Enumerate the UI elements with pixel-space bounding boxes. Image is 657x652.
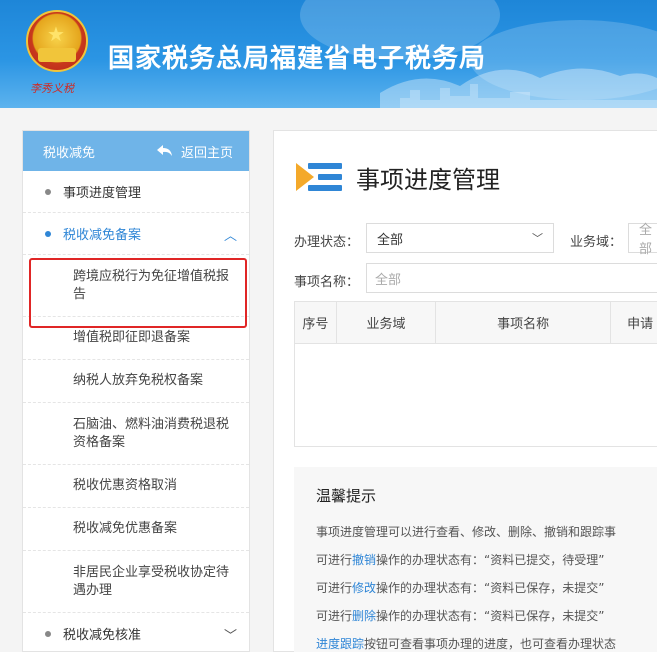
page-title: 事项进度管理 xyxy=(356,165,500,194)
tip-line: 事项进度管理可以进行查看、修改、删除、撤销和跟踪事 xyxy=(316,518,657,546)
column-header[interactable]: 申请 xyxy=(611,302,657,343)
sidebar-subitem-waive-exemption[interactable]: 纳税人放弃免税权备案 xyxy=(23,360,249,403)
sidebar-item-exemption-approval[interactable]: 税收减免核准 ﹀ xyxy=(23,613,249,652)
tax-emblem-logo: ★ xyxy=(26,10,88,72)
tip-text: 可进行 xyxy=(316,553,353,567)
modify-link[interactable]: 修改 xyxy=(352,581,376,595)
sidebar-subitem-label: 税收优惠资格取消 xyxy=(73,478,178,493)
tip-text: 可进行 xyxy=(316,581,353,595)
status-select[interactable]: 全部 ﹀ xyxy=(366,223,554,253)
sidebar-subitem-treaty-benefit[interactable]: 非居民企业享受税收协定待遇办理 xyxy=(23,551,249,613)
sidebar-subitem-exemption-benefit[interactable]: 税收减免优惠备案 xyxy=(23,508,249,551)
back-home-label: 返回主页 xyxy=(180,145,233,161)
delete-link[interactable]: 删除 xyxy=(352,609,376,623)
sidebar-subitem-label: 石脑油、燃料油消费税退税资格备案 xyxy=(73,416,230,450)
signature: 李秀义税 xyxy=(30,82,74,95)
sidebar-subitem-label: 纳税人放弃免税权备案 xyxy=(73,373,204,388)
site-title[interactable]: 国家税务总局福建省电子税务局 xyxy=(108,38,486,75)
list-icon xyxy=(296,159,342,195)
tip-text: 可进行 xyxy=(316,609,353,623)
progress-tracking-link[interactable]: 进度跟踪 xyxy=(316,637,364,651)
sidebar-subitem-cancel-qualification[interactable]: 税收优惠资格取消 xyxy=(23,465,249,508)
sidebar-item-label: 税收减免核准 xyxy=(63,628,142,643)
back-arrow-icon xyxy=(156,145,172,156)
sidebar-section-title: 税收减免 xyxy=(43,145,96,161)
bullet-icon xyxy=(45,631,51,637)
sidebar-subitem-vat-refund[interactable]: 增值税即征即退备案 xyxy=(23,317,249,360)
sidebar-subitem-label: 跨境应税行为免征增值税报告 xyxy=(73,268,230,302)
column-header[interactable]: 事项名称 xyxy=(436,302,612,343)
sidebar-item-label: 事项进度管理 xyxy=(63,186,142,201)
tip-text: 事项进度管理可以进行查看、修改、删除、撤销和跟踪事 xyxy=(316,525,617,539)
progress-table: 序号 业务域 事项名称 申请 xyxy=(294,301,657,447)
revoke-link[interactable]: 撤销 xyxy=(352,553,376,567)
domain-select-value: 全部 xyxy=(639,223,653,257)
site-header: ★ 李秀义税 国家税务总局福建省电子税务局 xyxy=(0,0,657,108)
status-select-value: 全部 xyxy=(377,232,404,248)
tip-text: 按钮可查看事项办理的进度，也可查看办理状态 xyxy=(364,637,617,651)
domain-select[interactable]: 全部 xyxy=(628,223,657,257)
table-header: 序号 业务域 事项名称 申请 xyxy=(295,302,657,344)
bullet-icon xyxy=(45,189,51,195)
tip-line: 可进行修改操作的办理状态有：“资料已保存，未提交” xyxy=(316,574,657,602)
tip-line: 进度跟踪按钮可查看事项办理的进度，也可查看办理状态 xyxy=(316,630,657,652)
sidebar-item-exemption-filing[interactable]: 税收减免备案 ︿ xyxy=(23,213,249,255)
chevron-down-icon: ﹀ xyxy=(532,232,543,245)
chevron-down-icon: ﹀ xyxy=(223,629,237,644)
status-label: 办理状态： xyxy=(294,235,360,250)
sidebar-subitem-label: 税收减免优惠备案 xyxy=(73,521,178,536)
sidebar: 税收减免 返回主页 事项进度管理 税收减免备案 ︿ 跨境应税行为免征增值税报告 … xyxy=(22,130,250,652)
tip-text: 操作的办理状态有：“资料已保存，未提交” xyxy=(376,609,605,623)
item-name-label: 事项名称： xyxy=(294,275,360,290)
column-header[interactable]: 序号 xyxy=(295,302,337,343)
sidebar-header: 税收减免 返回主页 xyxy=(23,131,249,171)
star-icon: ★ xyxy=(47,22,65,46)
chevron-up-icon: ︿ xyxy=(223,229,237,244)
item-name-input[interactable]: 全部 xyxy=(366,263,657,293)
sidebar-subitem-label: 增值税即征即退备案 xyxy=(73,330,191,345)
tips-title: 温馨提示 xyxy=(316,487,377,505)
tip-line: 可进行删除操作的办理状态有：“资料已保存，未提交” xyxy=(316,602,657,630)
sidebar-subitem-cross-border[interactable]: 跨境应税行为免征增值税报告 xyxy=(23,255,249,317)
tip-text: 操作的办理状态有：“资料已保存，未提交” xyxy=(376,581,605,595)
main-panel: 事项进度管理 办理状态： 全部 ﹀ 业务域： 全部 事项名称： 全部 序号 业务… xyxy=(273,130,657,652)
tips-panel: 温馨提示 事项进度管理可以进行查看、修改、删除、撤销和跟踪事 可进行撤销操作的办… xyxy=(294,467,657,652)
sidebar-item-label: 税收减免备案 xyxy=(63,228,142,243)
sidebar-subitem-label: 非居民企业享受税收协定待遇办理 xyxy=(73,564,230,598)
tip-line: 可进行撤销操作的办理状态有：“资料已提交，待受理” xyxy=(316,546,657,574)
back-home-button[interactable]: 返回主页 xyxy=(156,142,233,161)
sidebar-subitem-naphtha-refund[interactable]: 石脑油、燃料油消费税退税资格备案 xyxy=(23,403,249,465)
page-title-row: 事项进度管理 xyxy=(296,159,500,195)
tip-text: 操作的办理状态有：“资料已提交，待受理” xyxy=(376,553,605,567)
column-header[interactable]: 业务域 xyxy=(337,302,437,343)
bullet-icon xyxy=(45,231,51,237)
item-name-placeholder: 全部 xyxy=(375,272,402,288)
sidebar-item-progress[interactable]: 事项进度管理 xyxy=(23,171,249,213)
domain-label: 业务域： xyxy=(570,235,623,250)
